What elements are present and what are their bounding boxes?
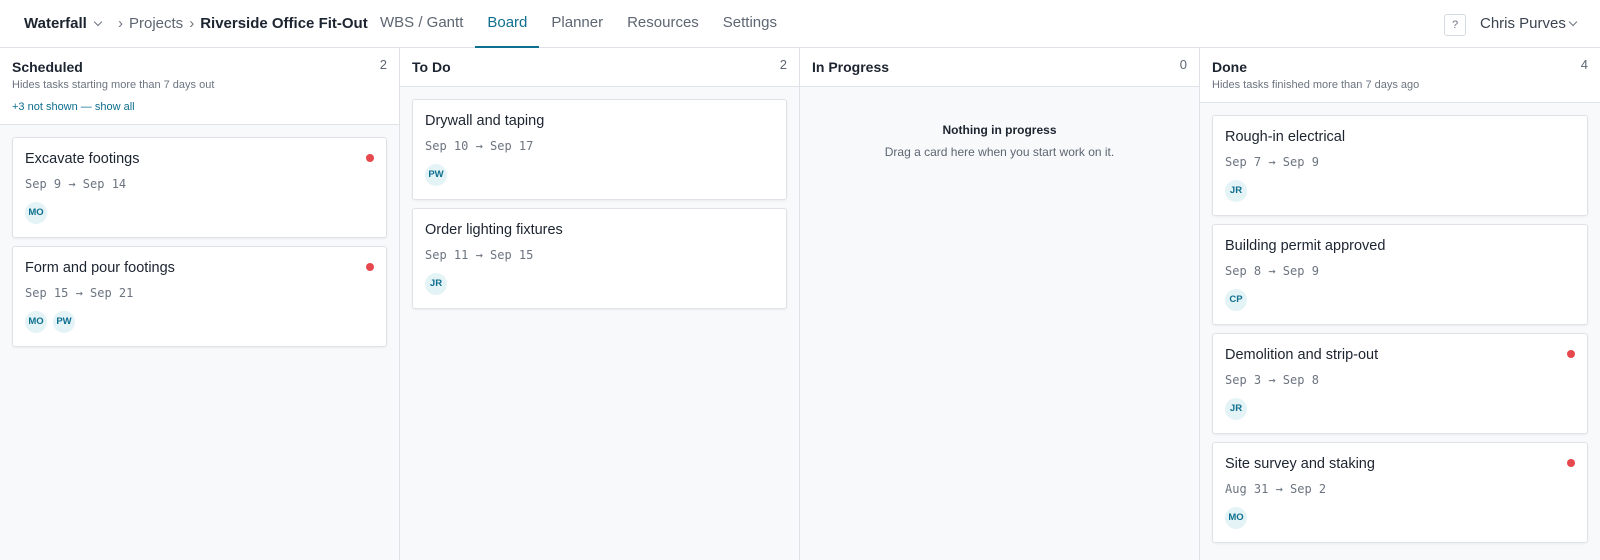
assignees: MO — [25, 202, 374, 224]
tab-planner[interactable]: Planner — [539, 0, 615, 48]
column-in-progress: In Progress 0 Nothing in progress Drag a… — [800, 48, 1200, 560]
card-dates: Sep 15 → Sep 21 — [25, 286, 134, 300]
empty-state-title: Nothing in progress — [942, 123, 1057, 137]
assignees: MO — [1225, 507, 1575, 529]
avatar: PW — [53, 311, 75, 333]
breadcrumb-separator: › — [189, 15, 195, 32]
avatar: JR — [1225, 180, 1247, 202]
column-done: Done 4 Hides tasks finished more than 7 … — [1200, 48, 1600, 560]
card-dates: Sep 3 → Sep 8 — [1225, 373, 1319, 387]
card-title: Excavate footings — [25, 151, 140, 167]
assignees: PW — [425, 164, 774, 186]
card-title: Form and pour footings — [25, 260, 175, 276]
top-nav-bar: Waterfall › Projects › Riverside Office … — [0, 0, 1600, 48]
avatar: PW — [425, 164, 447, 186]
empty-state: Nothing in progress Drag a card here whe… — [800, 87, 1199, 159]
card-list: Excavate footings Sep 9 → Sep 14 MO Form… — [0, 125, 399, 347]
avatar: JR — [1225, 398, 1247, 420]
flag-dot-icon — [1567, 459, 1575, 467]
card-title: Rough-in electrical — [1225, 129, 1346, 145]
column-title: To Do — [412, 59, 451, 75]
task-card[interactable]: Demolition and strip-out Sep 3 → Sep 8 J… — [1212, 333, 1588, 434]
card-title: Building permit approved — [1225, 238, 1386, 254]
card-title: Drywall and taping — [425, 113, 545, 129]
column-subtitle: Hides tasks starting more than 7 days ou… — [12, 79, 215, 91]
app-switcher[interactable]: Waterfall — [24, 15, 103, 32]
breadcrumb: › Projects › Riverside Office Fit-Out — [118, 15, 368, 32]
breadcrumb-separator: › — [118, 15, 123, 32]
column-to-do: To Do 2 Drywall and taping Sep 10 → Sep … — [400, 48, 800, 560]
column-title: Done — [1212, 59, 1247, 75]
task-card[interactable]: Rough-in electrical Sep 7 → Sep 9 JR — [1212, 115, 1588, 216]
column-count: 4 — [1580, 57, 1588, 72]
avatar: MO — [25, 202, 47, 224]
kanban-board: Scheduled 2 Hides tasks starting more th… — [0, 48, 1600, 560]
task-card[interactable]: Form and pour footings Sep 15 → Sep 21 M… — [12, 246, 387, 347]
breadcrumb-projects-link[interactable]: Projects — [129, 15, 183, 32]
column-header: Done 4 Hides tasks finished more than 7 … — [1200, 48, 1600, 103]
task-card[interactable]: Order lighting fixtures Sep 11 → Sep 15 … — [412, 208, 787, 309]
column-title: Scheduled — [12, 59, 83, 75]
flag-dot-icon — [1567, 350, 1575, 358]
breadcrumb-project-name: Riverside Office Fit-Out — [200, 15, 368, 32]
chevron-down-icon — [1568, 17, 1578, 27]
tab-settings[interactable]: Settings — [711, 0, 789, 48]
column-count: 2 — [379, 57, 387, 72]
avatar: JR — [425, 273, 447, 295]
card-title: Site survey and staking — [1225, 456, 1375, 472]
column-count: 2 — [779, 57, 787, 72]
view-tabs: WBS / Gantt Board Planner Resources Sett… — [368, 0, 789, 48]
empty-state-text: Drag a card here when you start work on … — [884, 145, 1115, 159]
task-card[interactable]: Building permit approved Sep 8 → Sep 9 C… — [1212, 224, 1588, 325]
card-dates: Sep 11 → Sep 15 — [425, 248, 534, 262]
user-name: Chris Purves — [1480, 15, 1566, 32]
chevron-down-icon — [93, 17, 103, 27]
card-dates: Sep 9 → Sep 14 — [25, 177, 127, 191]
tab-board[interactable]: Board — [475, 0, 540, 48]
card-dates: Sep 7 → Sep 9 — [1225, 155, 1319, 169]
column-title: In Progress — [812, 59, 890, 75]
column-header: Scheduled 2 Hides tasks starting more th… — [0, 48, 399, 125]
column-header: To Do 2 — [400, 48, 799, 87]
task-card[interactable]: Excavate footings Sep 9 → Sep 14 MO — [12, 137, 387, 238]
assignees: JR — [1225, 180, 1575, 202]
assignees: MO PW — [25, 311, 374, 333]
assignees: JR — [425, 273, 774, 295]
column-subtitle: Hides tasks finished more than 7 days ag… — [1212, 79, 1420, 91]
avatar: CP — [1225, 289, 1247, 311]
column-count: 0 — [1179, 57, 1187, 72]
card-title: Order lighting fixtures — [425, 222, 563, 238]
card-list: Drywall and taping Sep 10 → Sep 17 PW Or… — [400, 87, 799, 309]
app-name: Waterfall — [24, 15, 87, 32]
assignees: JR — [1225, 398, 1575, 420]
card-dates: Aug 31 → Sep 2 — [1225, 482, 1327, 496]
show-all-link[interactable]: +3 not shown — show all — [12, 100, 387, 114]
task-card[interactable]: Site survey and staking Aug 31 → Sep 2 M… — [1212, 442, 1588, 543]
help-button[interactable]: ? — [1444, 14, 1466, 36]
assignees: CP — [1225, 289, 1575, 311]
avatar: MO — [25, 311, 47, 333]
column-scheduled: Scheduled 2 Hides tasks starting more th… — [0, 48, 400, 560]
card-title: Demolition and strip-out — [1225, 347, 1379, 363]
card-list: Rough-in electrical Sep 7 → Sep 9 JR Bui… — [1200, 103, 1600, 543]
card-dates: Sep 8 → Sep 9 — [1225, 264, 1319, 278]
avatar: MO — [1225, 507, 1247, 529]
task-card[interactable]: Drywall and taping Sep 10 → Sep 17 PW — [412, 99, 787, 200]
flag-dot-icon — [366, 154, 374, 162]
column-header: In Progress 0 — [800, 48, 1199, 87]
tab-wbs-gantt[interactable]: WBS / Gantt — [368, 0, 475, 48]
card-dates: Sep 10 → Sep 17 — [425, 139, 534, 153]
user-menu[interactable]: Chris Purves — [1480, 15, 1578, 32]
tab-resources[interactable]: Resources — [615, 0, 711, 48]
flag-dot-icon — [366, 263, 374, 271]
